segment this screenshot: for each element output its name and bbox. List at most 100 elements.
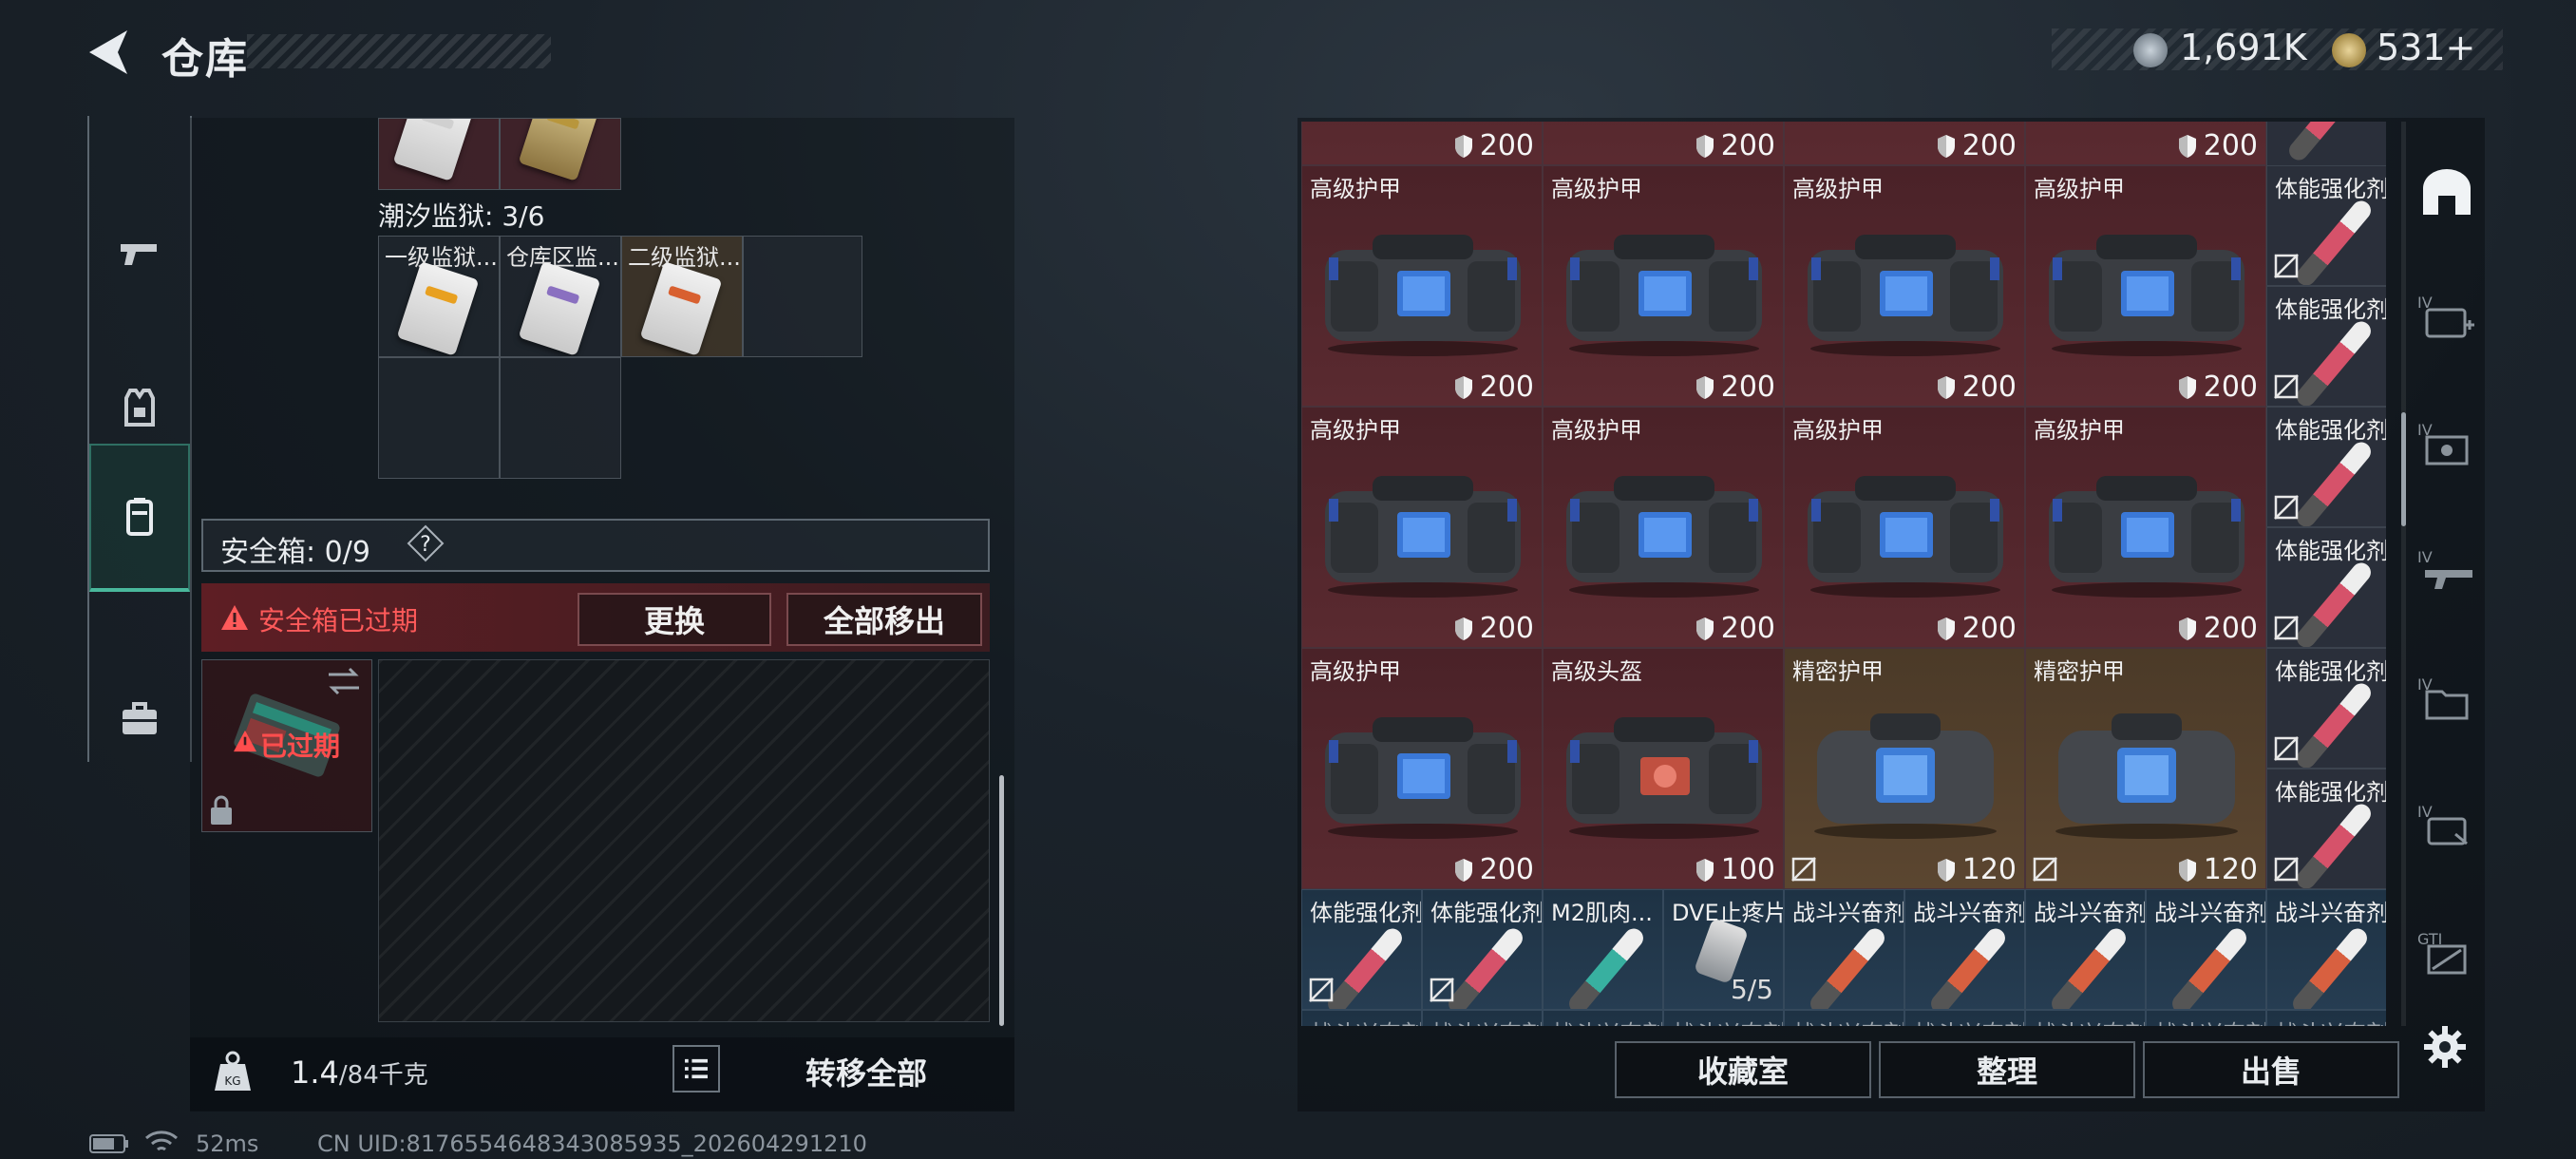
armor-item[interactable]: 200: [1301, 122, 1543, 165]
consumable-item[interactable]: 战斗兴奋剂: [1422, 1010, 1543, 1026]
consumable-item[interactable]: 战斗兴奋剂: [2146, 1010, 2266, 1026]
tab-weapons[interactable]: [89, 182, 190, 325]
remove-all-button[interactable]: 全部移出: [786, 593, 982, 646]
consumable-item[interactable]: 战斗兴奋剂: [1904, 889, 2025, 1010]
empty-slot[interactable]: [743, 236, 862, 357]
durability-shield-icon: [2178, 134, 2196, 158]
item-name: 体能强化剂: [2275, 296, 2386, 323]
consumable-item[interactable]: 战斗兴奋剂: [1784, 889, 1904, 1010]
tab-stash-tech[interactable]: IV: [2409, 407, 2485, 483]
item-name: 战斗兴奋剂: [2034, 900, 2146, 926]
gold-currency-value[interactable]: 531+: [2377, 27, 2475, 68]
keycard-slot[interactable]: 一级监狱...: [378, 236, 500, 357]
stim-item[interactable]: 体能强化剂: [2266, 286, 2386, 407]
tab-stash-weapons[interactable]: IV: [2409, 534, 2485, 610]
armor-item[interactable]: 高级护甲 200: [1301, 648, 1543, 889]
tab-stash-misc[interactable]: GTI: [2409, 916, 2485, 992]
armor-item[interactable]: 200: [1543, 122, 1784, 165]
consumable-item[interactable]: 体能强化剂: [1422, 889, 1543, 1010]
consumable-item[interactable]: 战斗兴奋剂: [1663, 1010, 1784, 1026]
stim-item[interactable]: 体能强化剂: [2266, 165, 2386, 286]
stim-item[interactable]: 体能强化剂: [2266, 407, 2386, 527]
precise-armor-image: [1814, 713, 1997, 839]
tab-stash-keys[interactable]: IV: [2409, 788, 2485, 864]
sell-button[interactable]: 出售: [2143, 1041, 2399, 1098]
empty-slot[interactable]: [378, 357, 500, 479]
item-slot[interactable]: [378, 118, 500, 190]
armor-item[interactable]: 200: [1784, 122, 2025, 165]
durability-shield-icon: [2178, 858, 2196, 882]
durability-value: 120: [1936, 853, 2017, 886]
armor-item[interactable]: 200: [2025, 122, 2266, 165]
ping-readout: 52ms: [196, 1130, 259, 1157]
armor-item[interactable]: 高级护甲 200: [1543, 407, 1784, 648]
swap-icon[interactable]: [325, 665, 363, 697]
no-insure-icon: [2274, 374, 2299, 399]
help-icon[interactable]: ?: [407, 524, 445, 562]
item-name: M2肌肉...: [1551, 900, 1653, 926]
armor-bag-image: [1566, 476, 1762, 598]
left-scrollbar[interactable]: [999, 775, 1004, 1026]
consumable-item[interactable]: 战斗兴奋剂: [2025, 1010, 2146, 1026]
tab-briefcase[interactable]: [89, 648, 190, 790]
tab-stash-documents[interactable]: IV: [2409, 661, 2485, 737]
consumable-item[interactable]: M2肌肉...: [1543, 889, 1663, 1010]
consumable-item[interactable]: 战斗兴奋剂: [2025, 889, 2146, 1010]
back-arrow-icon[interactable]: [85, 27, 131, 78]
organize-button[interactable]: 整理: [1879, 1041, 2135, 1098]
stim-item[interactable]: [2266, 122, 2386, 166]
item-name: 战斗兴奋剂: [2275, 900, 2386, 926]
durability-number: 200: [2203, 612, 2258, 645]
syringe-image: [1323, 924, 1407, 1009]
armor-item[interactable]: 高级护甲 200: [1543, 165, 1784, 407]
consumable-item[interactable]: 战斗兴奋剂: [2266, 1010, 2386, 1026]
consumable-item[interactable]: 战斗兴奋剂: [1543, 1010, 1663, 1026]
consumable-item[interactable]: 战斗兴奋剂: [1904, 1010, 2025, 1026]
item-name: 战斗兴奋剂: [2034, 1015, 2145, 1026]
keycard-icon: IV: [2417, 803, 2468, 846]
durability-value: 200: [1936, 612, 2017, 645]
stim-item[interactable]: 体能强化剂: [2266, 527, 2386, 648]
item-slot[interactable]: [500, 118, 621, 190]
tab-secure-case[interactable]: [89, 444, 190, 592]
item-name: 战斗兴奋剂: [1913, 900, 2025, 926]
durability-number: 200: [2203, 370, 2258, 404]
tab-stash-all[interactable]: [2409, 156, 2485, 232]
stim-item[interactable]: 体能强化剂: [2266, 648, 2386, 769]
item-name: 体能强化剂: [2275, 538, 2386, 564]
armor-item[interactable]: 高级护甲 200: [2025, 407, 2266, 648]
consumable-item[interactable]: 战斗兴奋剂: [1784, 1010, 1904, 1026]
empty-slot[interactable]: [500, 357, 621, 479]
armor-bag-image: [1808, 476, 2003, 598]
syringe-image: [1444, 924, 1527, 1009]
stim-item[interactable]: 体能强化剂: [2266, 769, 2386, 889]
list-icon[interactable]: [672, 1045, 720, 1092]
keycard-slot[interactable]: 二级监狱...: [621, 236, 743, 357]
replace-button[interactable]: 更换: [578, 593, 771, 646]
consumable-item[interactable]: 战斗兴奋剂: [2146, 889, 2266, 1010]
safebox-grid[interactable]: [378, 659, 990, 1022]
tab-stash-medical[interactable]: IV: [2409, 279, 2485, 355]
item-name: 体能强化剂: [2275, 658, 2386, 685]
armor-item[interactable]: 精密护甲 120: [2025, 648, 2266, 889]
no-insure-icon: [1430, 978, 1454, 1002]
transfer-all-button[interactable]: 转移全部: [729, 1045, 1003, 1098]
durability-shield-icon: [1937, 617, 1955, 640]
armor-item[interactable]: 高级护甲 200: [1301, 165, 1543, 407]
armor-item[interactable]: 高级护甲 200: [1301, 407, 1543, 648]
stash-scrollbar[interactable]: [2401, 412, 2406, 526]
stack-count: 5/5: [1730, 974, 1773, 1005]
syringe-image: [2292, 679, 2376, 768]
armor-item[interactable]: 高级头盔 100: [1543, 648, 1784, 889]
armor-item[interactable]: 高级护甲 200: [1784, 407, 2025, 648]
consumable-item[interactable]: 战斗兴奋剂: [1301, 1010, 1422, 1026]
consumable-item[interactable]: DVE止疼片 5/5: [1663, 889, 1784, 1010]
keycard-slot[interactable]: 仓库区监...: [500, 236, 621, 357]
armor-item[interactable]: 高级护甲 200: [1784, 165, 2025, 407]
consumable-item[interactable]: 体能强化剂: [1301, 889, 1422, 1010]
settings-gear-icon[interactable]: [2422, 1024, 2468, 1070]
collection-room-button[interactable]: 收藏室: [1615, 1041, 1871, 1098]
consumable-item[interactable]: 战斗兴奋剂: [2266, 889, 2386, 1010]
armor-item[interactable]: 高级护甲 200: [2025, 165, 2266, 407]
armor-item[interactable]: 精密护甲 120: [1784, 648, 2025, 889]
